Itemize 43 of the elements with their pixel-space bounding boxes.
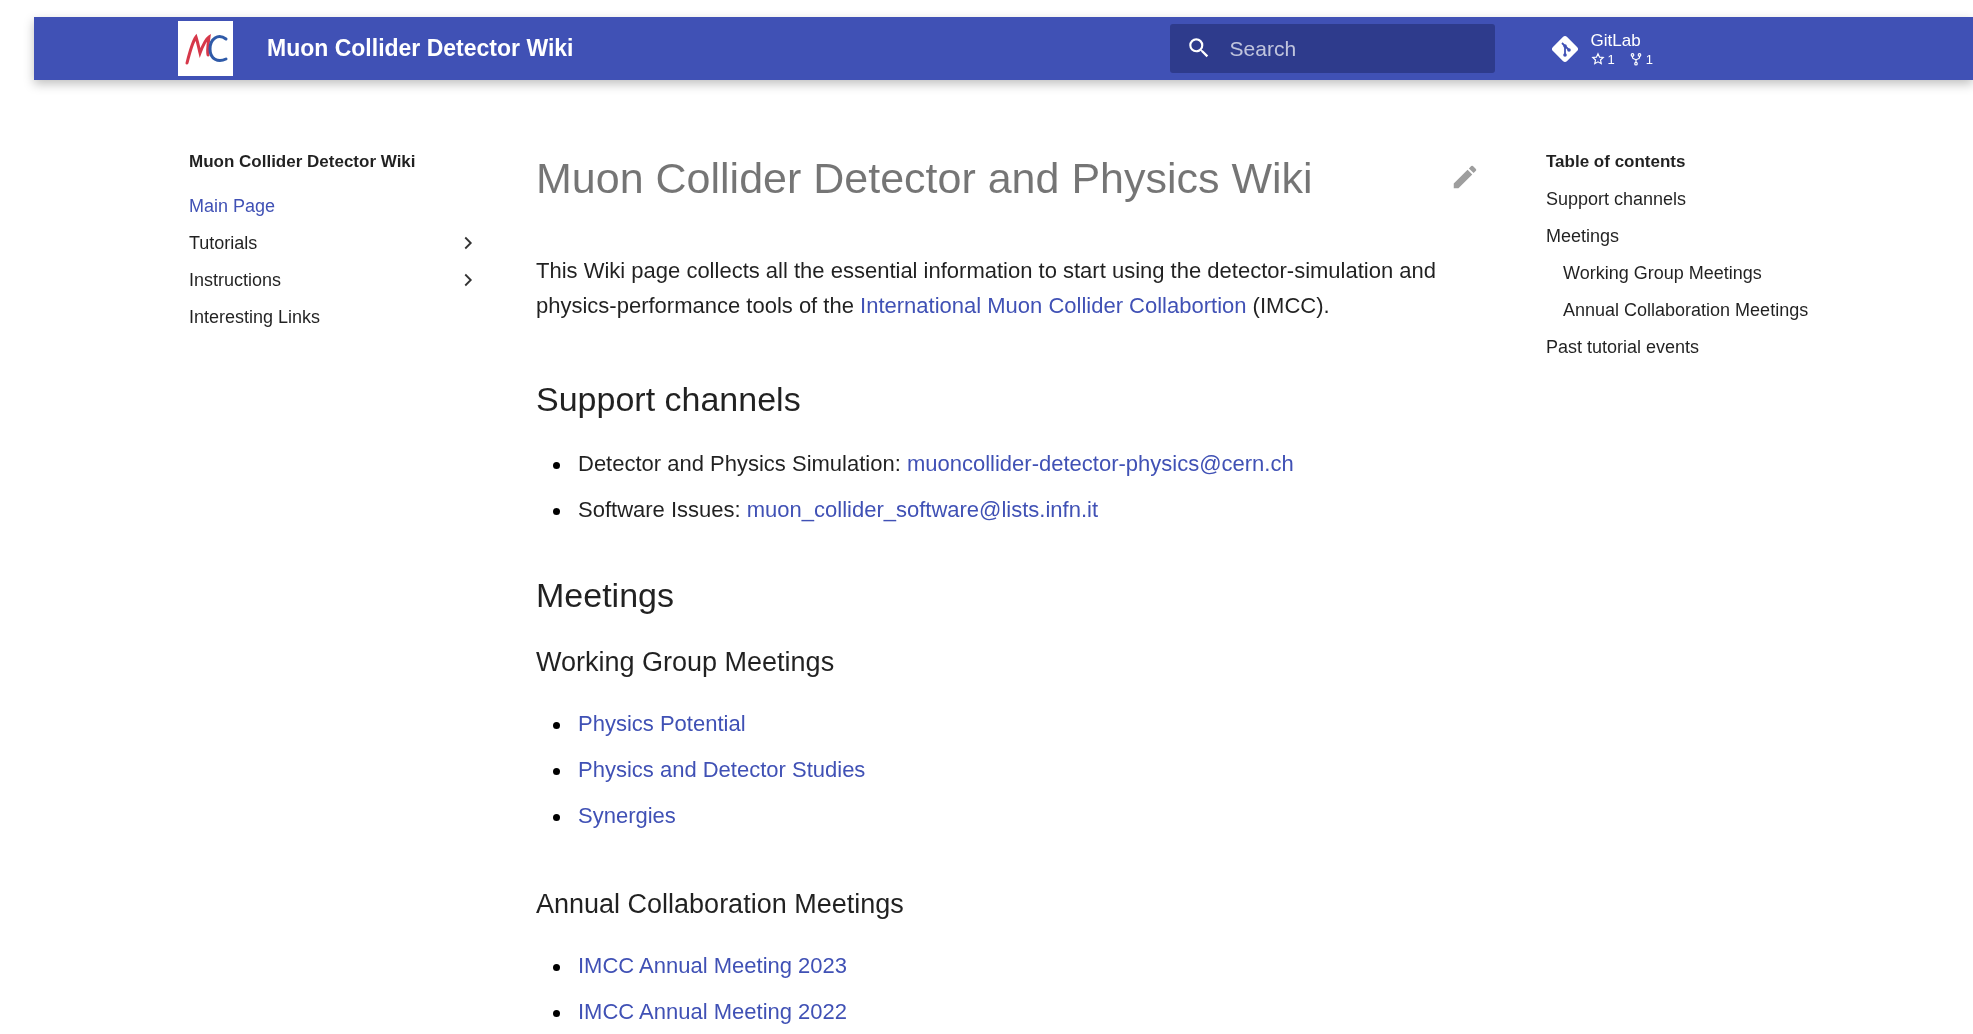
- nav-item[interactable]: Interesting Links: [189, 304, 321, 329]
- link[interactable]: Physics Potential: [578, 711, 746, 736]
- toc-item[interactable]: Support channels: [1546, 187, 1876, 224]
- nav-item[interactable]: Instructions: [189, 267, 282, 292]
- fork-count: 1: [1645, 51, 1653, 67]
- bullet-icon: [553, 963, 560, 971]
- toc-item[interactable]: Past tutorial events: [1546, 335, 1876, 372]
- page-title: Muon Collider Detector and Physics Wiki: [536, 154, 1313, 203]
- link[interactable]: Synergies: [578, 803, 676, 828]
- subsection-heading: Annual Collaboration Meetings: [536, 888, 905, 921]
- section-heading: Support channels: [536, 379, 802, 419]
- nav-item[interactable]: Tutorials: [189, 230, 258, 255]
- nav-title: Muon Collider Detector Wiki: [189, 151, 417, 173]
- bullet-icon: [553, 721, 560, 729]
- toc-title: Table of contents: [1546, 151, 1687, 173]
- logo-icon[interactable]: [178, 21, 233, 76]
- list-label: Software Issues:: [578, 497, 742, 522]
- link[interactable]: muoncollider-detector-physics@cern.ch: [906, 451, 1294, 476]
- nav-item[interactable]: Main Page: [189, 193, 276, 218]
- site-title[interactable]: Muon Collider Detector Wiki: [267, 35, 574, 62]
- subsection-heading: Working Group Meetings: [536, 646, 836, 679]
- intro-paragraph: This Wiki page collects all the essential information to start using the detector-simulation and physics-performance tools of the International Muon Collider Collabortion (IMCC).: [536, 257, 1437, 320]
- repository-name: GitLab: [1590, 30, 1642, 51]
- bullet-icon: [553, 461, 560, 469]
- toc-item[interactable]: Working Group Meetings: [1563, 261, 1876, 298]
- star-count: 1: [1607, 51, 1615, 67]
- bullet-icon: [553, 1009, 560, 1017]
- bullet-icon: [553, 507, 560, 515]
- bullet-icon: [553, 813, 560, 821]
- toc-item[interactable]: Meetings: [1546, 224, 1876, 261]
- list-label: Detector and Physics Simulation:: [578, 451, 902, 476]
- repository-link[interactable]: GitLab 1 1: [1549, 30, 1653, 67]
- search-field[interactable]: Search: [1169, 24, 1495, 73]
- link[interactable]: Physics and Detector Studies: [578, 757, 866, 782]
- link[interactable]: International Muon Collider Collabortion: [860, 293, 1247, 318]
- link[interactable]: IMCC Annual Meeting 2022: [578, 999, 848, 1024]
- section-heading: Meetings: [536, 575, 675, 615]
- link[interactable]: IMCC Annual Meeting 2023: [578, 953, 848, 978]
- toc-item[interactable]: Annual Collaboration Meetings: [1563, 298, 1876, 335]
- fork-icon: [1628, 52, 1643, 66]
- link[interactable]: muon_collider_software@lists.infn.it: [746, 497, 1098, 522]
- star-icon: [1590, 52, 1605, 66]
- bullet-icon: [553, 767, 560, 775]
